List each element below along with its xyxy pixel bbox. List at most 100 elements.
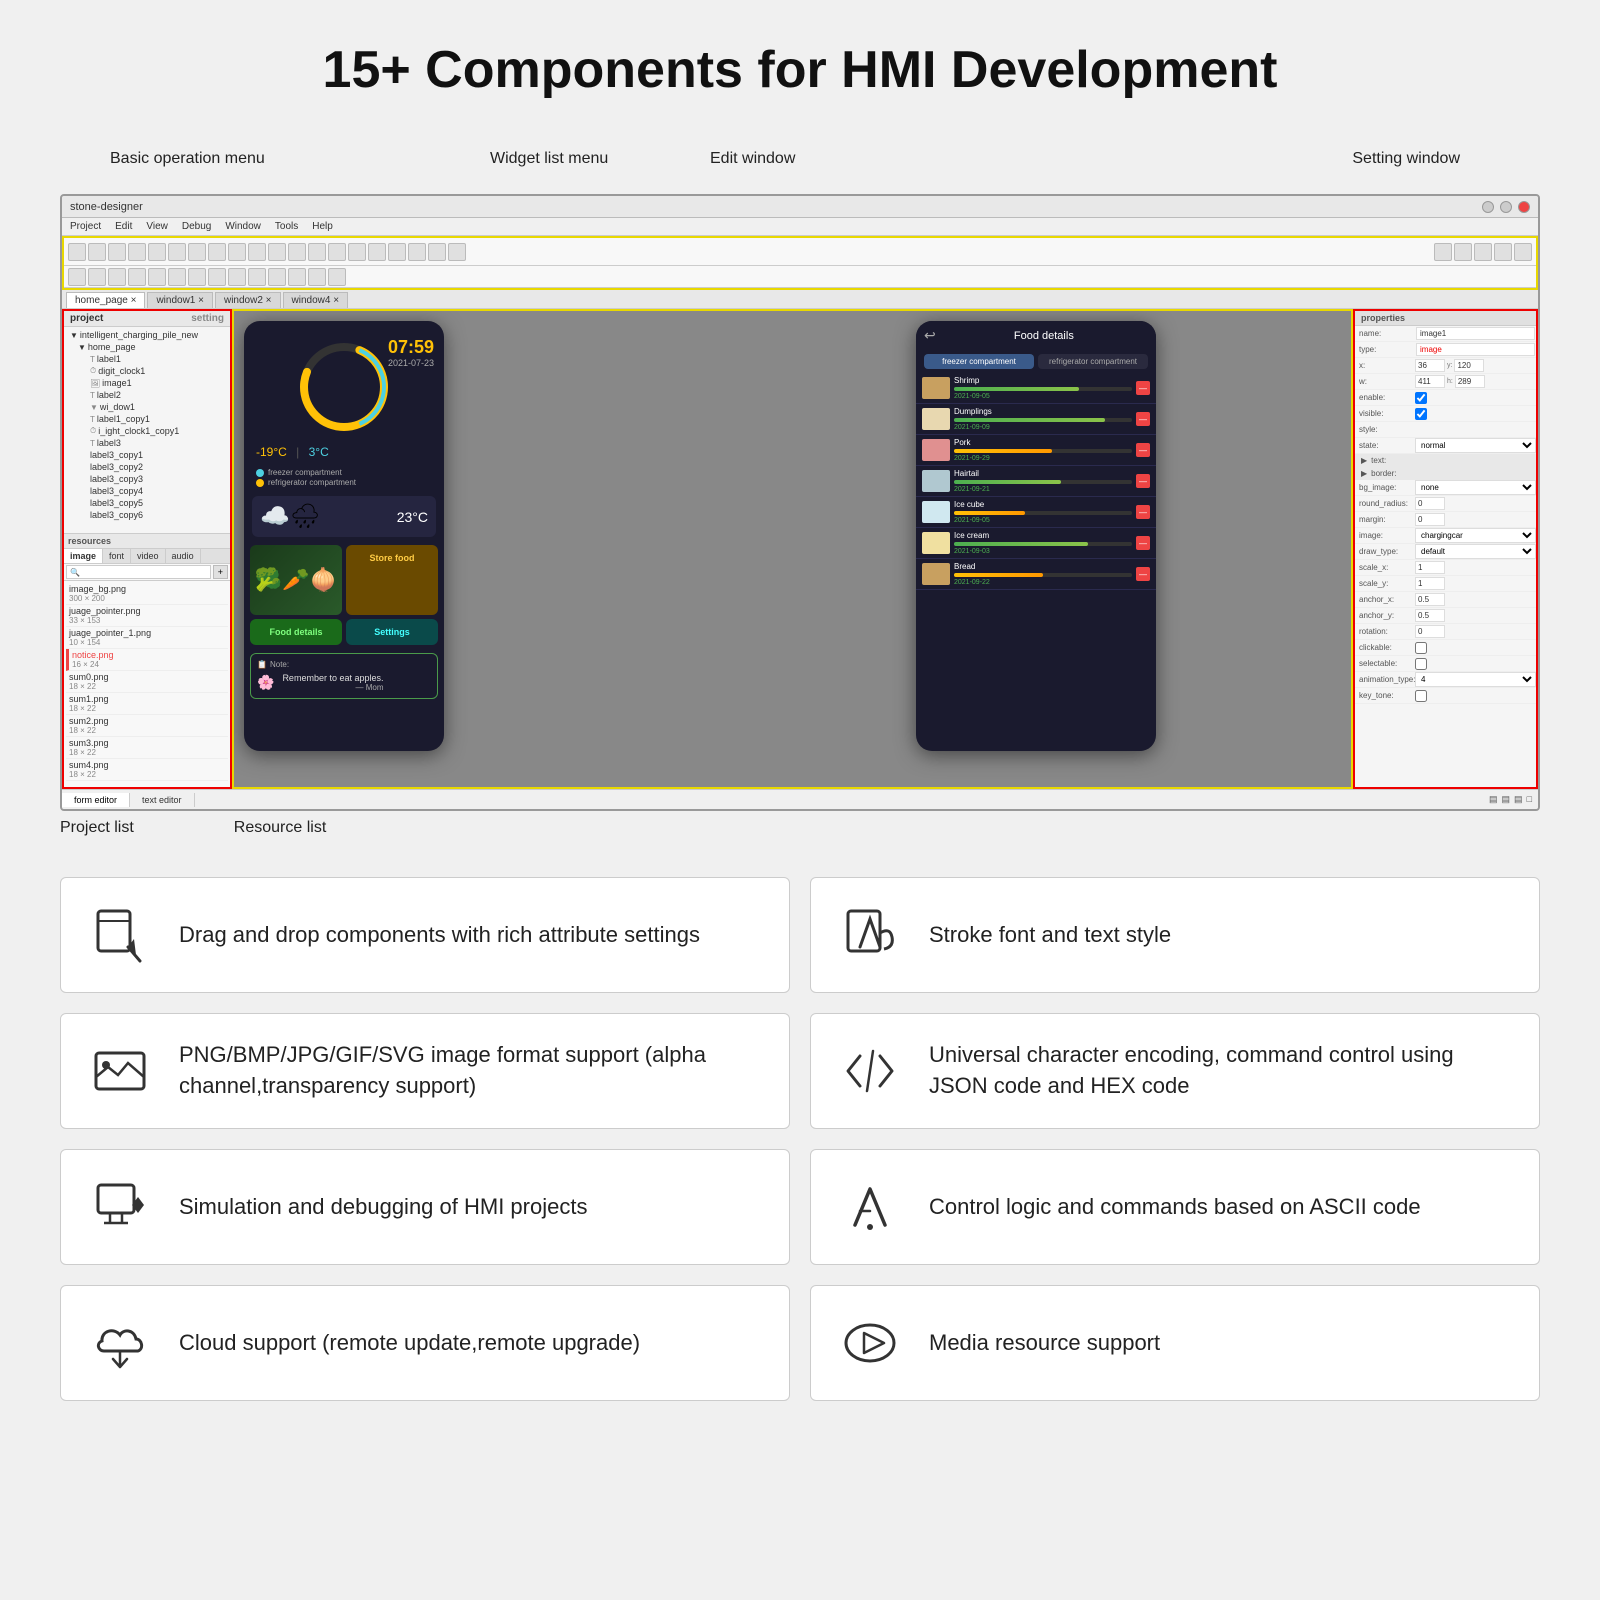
prop-x-input[interactable]	[1415, 359, 1445, 372]
res-tab-audio[interactable]: audio	[166, 549, 201, 563]
tab-window4[interactable]: window4 ×	[283, 292, 349, 308]
tb-btn[interactable]	[168, 243, 186, 261]
del-btn-hairtail[interactable]: —	[1136, 474, 1150, 488]
tab-window2[interactable]: window2 ×	[215, 292, 281, 308]
prop-selectable-check[interactable]	[1415, 658, 1427, 670]
tree-item[interactable]: T label1	[66, 353, 228, 365]
tb-btn-right[interactable]	[1514, 243, 1532, 261]
tb2-btn[interactable]	[208, 268, 226, 286]
tree-item[interactable]: 🖼 image1	[66, 377, 228, 389]
tree-item[interactable]: ▼ home_page	[66, 341, 228, 353]
res-tab-image[interactable]: image	[64, 549, 103, 563]
tb-btn[interactable]	[368, 243, 386, 261]
res-item[interactable]: juage_pointer_1.png 10 × 154	[66, 627, 228, 649]
res-tab-font[interactable]: font	[103, 549, 131, 563]
del-btn-shrimp[interactable]: —	[1136, 381, 1150, 395]
res-add-btn[interactable]: +	[213, 565, 228, 579]
tb-btn-right[interactable]	[1474, 243, 1492, 261]
tb-btn[interactable]	[248, 243, 266, 261]
prop-name-input[interactable]	[1416, 327, 1535, 340]
del-btn-dumplings[interactable]: —	[1136, 412, 1150, 426]
tb-btn[interactable]	[268, 243, 286, 261]
tb-btn[interactable]	[448, 243, 466, 261]
menu-window[interactable]: Window	[225, 221, 261, 232]
tb-btn-right[interactable]	[1454, 243, 1472, 261]
btn-food-details[interactable]: Food details	[250, 619, 342, 645]
tab-home[interactable]: home_page ×	[66, 292, 145, 308]
res-item[interactable]: sum4.png 18 × 22	[66, 759, 228, 781]
res-item[interactable]: notice.png 16 × 24	[66, 649, 228, 671]
maximize-btn[interactable]	[1500, 201, 1512, 213]
bottom-tab-text[interactable]: text editor	[130, 793, 195, 807]
prop-enable-check[interactable]	[1415, 392, 1427, 404]
prop-keytone-check[interactable]	[1415, 690, 1427, 702]
tb-btn[interactable]	[308, 243, 326, 261]
prop-anchorx-input[interactable]	[1415, 593, 1445, 606]
tb-btn[interactable]	[148, 243, 166, 261]
menu-edit[interactable]: Edit	[115, 221, 132, 232]
tb-btn[interactable]	[128, 243, 146, 261]
tb-btn[interactable]	[408, 243, 426, 261]
prop-state-select[interactable]: normal	[1415, 438, 1536, 453]
tb2-btn[interactable]	[308, 268, 326, 286]
prop-scalex-input[interactable]	[1415, 561, 1445, 574]
tb-btn[interactable]	[288, 243, 306, 261]
tree-item[interactable]: label3_copy3	[66, 473, 228, 485]
menu-tools[interactable]: Tools	[275, 221, 298, 232]
tb-btn[interactable]	[348, 243, 366, 261]
minimize-btn[interactable]	[1482, 201, 1494, 213]
prop-image-select[interactable]: chargingcar	[1415, 528, 1536, 543]
res-item[interactable]: sum3.png 18 × 22	[66, 737, 228, 759]
tb2-btn[interactable]	[228, 268, 246, 286]
res-item[interactable]: image_bg.png 300 × 200	[66, 583, 228, 605]
prop-animtype-select[interactable]: 4	[1415, 672, 1536, 687]
tb-btn[interactable]	[208, 243, 226, 261]
menu-view[interactable]: View	[146, 221, 168, 232]
tree-item[interactable]: label3_copy6	[66, 509, 228, 521]
menu-project[interactable]: Project	[70, 221, 101, 232]
prop-drawtype-select[interactable]: default	[1415, 544, 1536, 559]
tb-btn[interactable]	[388, 243, 406, 261]
prop-rotation-input[interactable]	[1415, 625, 1445, 638]
res-item[interactable]: juage_pointer.png 33 × 153	[66, 605, 228, 627]
tree-item[interactable]: label3_copy5	[66, 497, 228, 509]
tb-btn[interactable]	[328, 243, 346, 261]
tb-btn-right[interactable]	[1494, 243, 1512, 261]
tree-item[interactable]: T label2	[66, 389, 228, 401]
del-btn-pork[interactable]: —	[1136, 443, 1150, 457]
hmi-tab-freezer[interactable]: freezer compartment	[924, 354, 1034, 369]
prop-w-input[interactable]	[1415, 375, 1445, 388]
tb2-btn[interactable]	[328, 268, 346, 286]
res-item[interactable]: sum2.png 18 × 22	[66, 715, 228, 737]
prop-visible-check[interactable]	[1415, 408, 1427, 420]
tb-btn[interactable]	[188, 243, 206, 261]
res-item[interactable]: sum0.png 18 × 22	[66, 671, 228, 693]
res-tab-video[interactable]: video	[131, 549, 166, 563]
tree-item[interactable]: ▼ wi_dow1	[66, 401, 228, 413]
tb2-btn[interactable]	[288, 268, 306, 286]
prop-bgimage-select[interactable]: none	[1415, 480, 1536, 495]
tb2-btn[interactable]	[128, 268, 146, 286]
res-item[interactable]: sum1.png 18 × 22	[66, 693, 228, 715]
menu-help[interactable]: Help	[312, 221, 333, 232]
tree-item[interactable]: label3_copy4	[66, 485, 228, 497]
close-btn[interactable]	[1518, 201, 1530, 213]
btn-settings[interactable]: Settings	[346, 619, 438, 645]
hmi-back-icon[interactable]: ↩	[924, 327, 936, 344]
tb-btn[interactable]	[108, 243, 126, 261]
del-btn-bread[interactable]: —	[1136, 567, 1150, 581]
tree-item[interactable]: label3_copy1	[66, 449, 228, 461]
tb-btn[interactable]	[428, 243, 446, 261]
tb-btn[interactable]	[228, 243, 246, 261]
del-btn-icecream[interactable]: —	[1136, 536, 1150, 550]
tb2-btn[interactable]	[88, 268, 106, 286]
prop-anchory-input[interactable]	[1415, 609, 1445, 622]
tree-item[interactable]: T label3	[66, 437, 228, 449]
tb2-btn[interactable]	[188, 268, 206, 286]
res-search-input[interactable]	[66, 565, 211, 579]
tree-item[interactable]: label3_copy2	[66, 461, 228, 473]
menu-debug[interactable]: Debug	[182, 221, 211, 232]
prop-margin-input[interactable]	[1415, 513, 1445, 526]
tb-btn[interactable]	[68, 243, 86, 261]
tree-item[interactable]: ▼ intelligent_charging_pile_new	[66, 329, 228, 341]
